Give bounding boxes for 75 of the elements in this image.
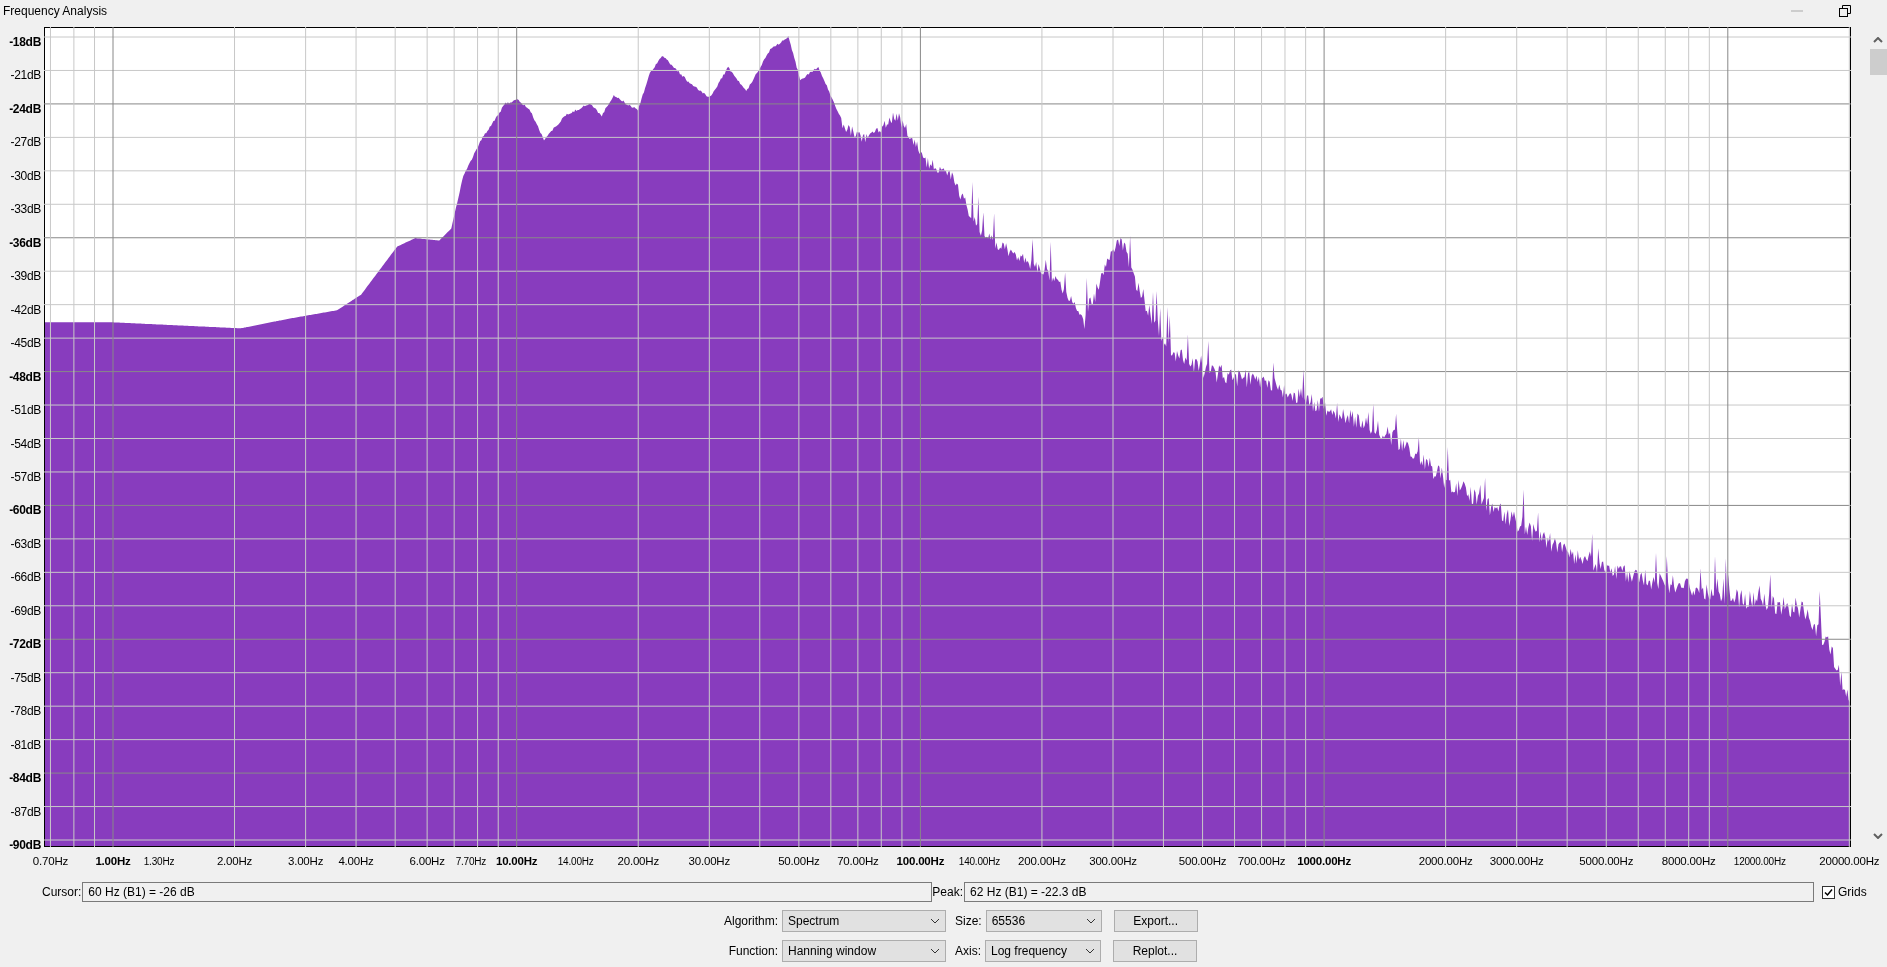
function-dropdown[interactable]: Hanning window — [782, 940, 946, 962]
y-axis-label: -42dB — [10, 302, 41, 317]
export-button[interactable]: Export... — [1113, 910, 1198, 932]
y-axis-label: -30dB — [10, 168, 41, 183]
peak-label: Peak: — [932, 885, 964, 899]
chevron-down-icon — [930, 918, 940, 924]
x-axis-label: 7.70Hz — [455, 856, 487, 867]
y-axis-label: -63dB — [10, 536, 41, 551]
y-axis-label: -72dB — [9, 637, 41, 652]
y-axis-label: -87dB — [10, 804, 41, 819]
x-axis-label: 5000.00Hz — [1579, 855, 1634, 867]
x-axis-label: 140.00Hz — [958, 856, 1000, 867]
grids-label: Grids — [1838, 885, 1867, 899]
x-axis-label: 12000.00Hz — [1733, 856, 1786, 867]
y-axis-label: -48dB — [9, 369, 41, 384]
x-axis-label: 1000.00Hz — [1297, 855, 1351, 867]
y-axis-label: -78dB — [10, 704, 41, 719]
x-axis-label: 20000.00Hz — [1819, 855, 1880, 867]
y-axis-label: -18dB — [9, 35, 41, 49]
y-axis-label: -81dB — [10, 737, 41, 752]
x-axis-label: 100.00Hz — [896, 855, 945, 867]
y-axis-label: -27dB — [10, 135, 41, 150]
x-axis-label: 14.00Hz — [557, 856, 594, 867]
x-axis-label: 3.00Hz — [288, 855, 324, 867]
axis-label: Axis: — [955, 944, 981, 958]
chevron-down-icon — [1085, 948, 1095, 954]
x-axis-label: 30.00Hz — [688, 855, 731, 867]
x-axis-label: 10.00Hz — [495, 855, 538, 867]
function-label: Function: — [727, 944, 778, 958]
y-axis-label: -33dB — [10, 202, 41, 217]
grids-checkbox[interactable] — [1822, 885, 1836, 899]
y-axis-label: -54dB — [10, 436, 41, 451]
x-axis-label: 500.00Hz — [1178, 855, 1227, 867]
x-axis-label: 2.00Hz — [216, 855, 253, 867]
x-axis-label: 200.00Hz — [1018, 855, 1066, 867]
y-axis-label: -45dB — [10, 336, 41, 351]
x-axis-label: 1.00Hz — [95, 855, 131, 867]
y-axis-label: -39dB — [10, 269, 41, 284]
cursor-field[interactable]: 60 Hz (B1) = -26 dB — [82, 882, 933, 902]
y-axis-label: -57dB — [10, 469, 41, 484]
y-axis-label: -60dB — [9, 503, 41, 518]
x-axis-label: 1.30Hz — [143, 856, 175, 867]
size-dropdown[interactable]: 65536 — [985, 910, 1102, 932]
algorithm-dropdown[interactable]: Spectrum — [782, 910, 946, 932]
cursor-label: Cursor: — [42, 885, 82, 899]
y-axis-label: -51dB — [10, 403, 41, 418]
peak-field[interactable]: 62 Hz (B1) = -22.3 dB — [964, 882, 1815, 902]
x-axis-label: 4.00Hz — [338, 855, 374, 867]
y-axis-label: -66dB — [10, 570, 41, 585]
x-axis-label: 8000.00Hz — [1661, 855, 1716, 867]
axis-dropdown[interactable]: Log frequency — [985, 940, 1101, 962]
window-title: Frequency Analysis — [3, 4, 108, 18]
y-axis-label: -24dB — [9, 101, 41, 116]
y-axis-label: -21dB — [10, 68, 41, 83]
x-axis-label: 2000.00Hz — [1418, 855, 1473, 867]
x-axis-label: 20.00Hz — [617, 855, 659, 867]
y-axis-label: -90dB — [9, 838, 41, 852]
scrollbar-thumb[interactable] — [1869, 49, 1887, 75]
y-axis-label: -69dB — [10, 603, 41, 618]
x-axis-label: 70.00Hz — [837, 855, 879, 867]
size-label: Size: — [955, 914, 982, 928]
y-axis-label: -75dB — [10, 670, 41, 685]
x-axis-label: 0.70Hz — [32, 855, 69, 867]
y-axis-label: -84dB — [9, 771, 41, 786]
x-axis-label: 6.00Hz — [409, 855, 445, 867]
restore-icon[interactable] — [1839, 5, 1851, 17]
y-axis-label: -36dB — [9, 235, 41, 250]
x-axis-label: 3000.00Hz — [1489, 855, 1544, 867]
algorithm-label: Algorithm: — [722, 914, 778, 928]
chevron-down-icon — [930, 948, 940, 954]
x-axis-label: 50.00Hz — [778, 855, 820, 867]
replot-button[interactable]: Replot... — [1113, 940, 1197, 962]
chevron-down-icon — [1085, 918, 1096, 924]
x-axis-label: 300.00Hz — [1089, 855, 1137, 867]
x-axis-label: 700.00Hz — [1237, 855, 1286, 867]
